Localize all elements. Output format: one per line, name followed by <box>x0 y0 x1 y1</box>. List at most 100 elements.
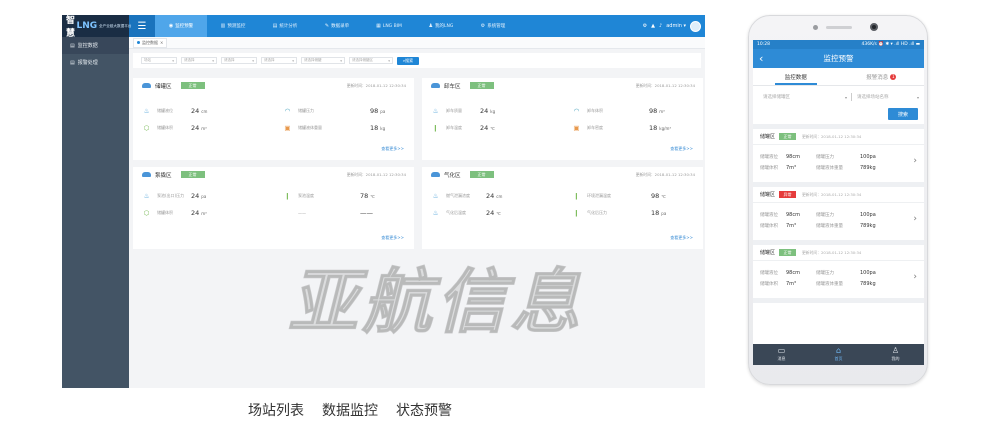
username[interactable]: admin ▾ <box>666 23 686 29</box>
bottom-nav-profile[interactable]: ♙ 我的 <box>867 344 924 365</box>
filter-select-4[interactable]: 请选择 ▾ <box>261 57 297 64</box>
nav-tab-forecast[interactable]: ▥ 预测监控 <box>207 15 259 37</box>
metric-unit: kg <box>380 125 386 131</box>
metric-pump-tank-volume: ⬡ 储罐体积 24 m³ <box>142 209 207 217</box>
scale-icon: ▣ <box>573 124 580 132</box>
tank-area-select[interactable]: 请选择储罐区 ▾ <box>349 57 393 64</box>
metric-unit: kg <box>490 108 496 114</box>
user-icon: ♙ <box>891 346 900 355</box>
stats-icon: ▤ <box>272 23 278 29</box>
metric-unit: ℃ <box>490 125 495 131</box>
lock-icon[interactable]: ▲ <box>651 23 655 29</box>
metric-label: 储罐液体重量 <box>298 125 322 130</box>
card-body: 储罐液位 98cm 储罐压力 100pa 储罐体积 7m³ 储罐液体重量 789kg <box>760 209 910 231</box>
select-value: 请选择 <box>264 58 275 62</box>
status-badge: 正常 <box>779 249 797 256</box>
metric-label: 燃气泄漏浓度 <box>446 193 470 198</box>
select-value: 请选择储罐区 <box>352 58 373 62</box>
phone-zone-card[interactable]: 储罐区 正常 更新时间：2018-01-12 12:30:34 储罐液位 98cm… <box>753 129 924 187</box>
select-value: 请选择储罐 <box>304 58 322 62</box>
metric-unit: cm <box>496 193 503 199</box>
divider <box>851 93 852 101</box>
metric-value: 24 <box>480 124 489 132</box>
update-time: 更新时间：2018-01-12 12:30:34 <box>802 191 862 197</box>
metric-value: 789kg <box>860 222 876 229</box>
zone-card-unloading: 卸车区 正常 更新时间：2018-01-12 12:30:34 ♨ 卸车质量 24 k… <box>422 78 703 160</box>
metric-value: 24 <box>191 124 200 132</box>
tank-area-select[interactable]: 请选择储罐区 ▾ <box>763 92 847 102</box>
metric-unit: m³ <box>201 210 207 216</box>
metric-value: 100pa <box>860 269 876 276</box>
sensor-icon <box>813 25 818 30</box>
filter-select-3[interactable]: 请选择 ▾ <box>221 57 257 64</box>
nav-tab-monitoring[interactable]: ◉ 监控预警 <box>155 15 207 37</box>
bottom-nav-home[interactable]: ⌂ 首页 <box>810 344 867 365</box>
view-more-link[interactable]: 查看更多>> <box>381 146 404 152</box>
nav-tab-my-lng[interactable]: ♟ 我的LNG <box>415 15 467 37</box>
metric-unit: pa <box>380 108 386 114</box>
phone-zone-card[interactable]: 储罐区 正常 更新时间：2018-01-12 12:30:34 储罐液位 98cm… <box>753 245 924 303</box>
phone-search-area: 请选择储罐区 ▾ 请选择场站名称 ▾ 搜索 <box>753 86 924 124</box>
status-badge: 正常 <box>180 171 205 178</box>
nav-tab-label: 预测监控 <box>227 24 246 29</box>
metric-env-leak-temp: ❙ 环境泄漏温度 98 ℃ <box>572 192 666 200</box>
bell-icon[interactable]: ♪ <box>659 23 662 29</box>
menu-toggle-button[interactable]: ☰ <box>129 15 155 37</box>
brand-logo: 智慧 LNG 全产业链大数据平台 <box>62 15 132 39</box>
chevron-right-icon[interactable]: › <box>913 156 917 166</box>
chevron-down-icon: ▾ <box>340 58 342 63</box>
phone-zone-card[interactable]: 储罐区 异常 更新时间：2018-01-12 12:30:34 储罐液位 98cm… <box>753 187 924 245</box>
tank-select[interactable]: 请选择储罐 ▾ <box>301 57 345 64</box>
company-watermark: 亚航信息 <box>287 260 584 343</box>
thermometer-icon: ♨ <box>143 192 150 200</box>
search-button[interactable]: ⌕ 搜索 <box>397 56 419 65</box>
breadcrumb-tab[interactable]: 监控数据 × <box>133 37 168 48</box>
metric-label: 储罐液位 <box>157 108 173 113</box>
brand-part2: LNG <box>76 21 98 31</box>
metric-value: 18 <box>651 209 660 217</box>
metric-unit: ℃ <box>661 193 666 199</box>
chevron-right-icon[interactable]: › <box>913 214 917 224</box>
showcase-stage: 智慧 LNG 全产业链大数据平台 ☰ ◉ 监控预警 ▥ 预测监控 ▤ 统计分析 ✎ 数据… <box>0 0 1000 429</box>
view-more-link[interactable]: 查看更多>> <box>670 146 693 152</box>
back-arrow-icon[interactable]: ‹ <box>759 52 763 65</box>
metric-value: 18 <box>370 124 379 132</box>
metric-label: 储罐体积 <box>760 281 778 287</box>
sidebar-item-monitoring-data[interactable]: ▤ 监控数据 <box>62 37 129 54</box>
document-icon: ▤ <box>70 42 75 49</box>
nav-tab-data-entry[interactable]: ✎ 数据录单 <box>311 15 363 37</box>
brand-subtitle: 全产业链大数据平台 <box>99 23 132 28</box>
status-badge: 正常 <box>180 82 205 89</box>
truck-icon <box>431 83 440 88</box>
sidebar-item-alarm-handling[interactable]: ▤ 报警处理 <box>62 54 129 71</box>
view-more-link[interactable]: 查看更多>> <box>670 235 693 241</box>
breadcrumb-label: 监控数据 <box>142 39 158 45</box>
avatar[interactable] <box>690 20 701 32</box>
metric-unit: kg/m³ <box>659 125 671 131</box>
caption-data-monitoring: 数据监控 <box>322 403 378 419</box>
metric-value: 7m³ <box>786 222 797 229</box>
tab-monitoring-data[interactable]: 监控数据 <box>753 68 839 85</box>
metric-value: 24 <box>486 209 495 217</box>
user-icon: ♟ <box>428 23 434 29</box>
nav-tab-bim[interactable]: ▦ LNG BIM <box>363 15 415 37</box>
view-more-link[interactable]: 查看更多>> <box>381 235 404 241</box>
scale-icon: ▣ <box>284 124 291 132</box>
nav-tab-statistics[interactable]: ▤ 统计分析 <box>259 15 311 37</box>
search-button[interactable]: 搜索 <box>888 108 918 120</box>
nav-tab-system[interactable]: ⚙ 系统管理 <box>467 15 519 37</box>
bottom-nav-messages[interactable]: ▭ 消息 <box>753 344 810 365</box>
thermometer-icon: ❙ <box>432 124 439 132</box>
chevron-right-icon[interactable]: › <box>913 272 917 282</box>
filter-select-2[interactable]: 请选择 ▾ <box>181 57 217 64</box>
settings-icon[interactable]: ⚙ <box>643 23 647 29</box>
update-time: 更新时间：2018-01-12 12:30:34 <box>346 171 406 177</box>
metric-unit: cm <box>201 108 208 114</box>
metric-value: 24 <box>191 107 200 115</box>
station-select[interactable]: 请选择场站名称 ▾ <box>857 92 919 102</box>
metric-unload-density: ▣ 卸车密度 18 kg/m³ <box>572 124 671 132</box>
close-icon[interactable]: × <box>160 40 163 45</box>
tab-alarm-messages[interactable]: 报警消息 1 <box>839 68 925 85</box>
gauge-icon: ◠ <box>284 107 291 115</box>
station-select[interactable]: 场站 ▾ <box>141 57 177 64</box>
